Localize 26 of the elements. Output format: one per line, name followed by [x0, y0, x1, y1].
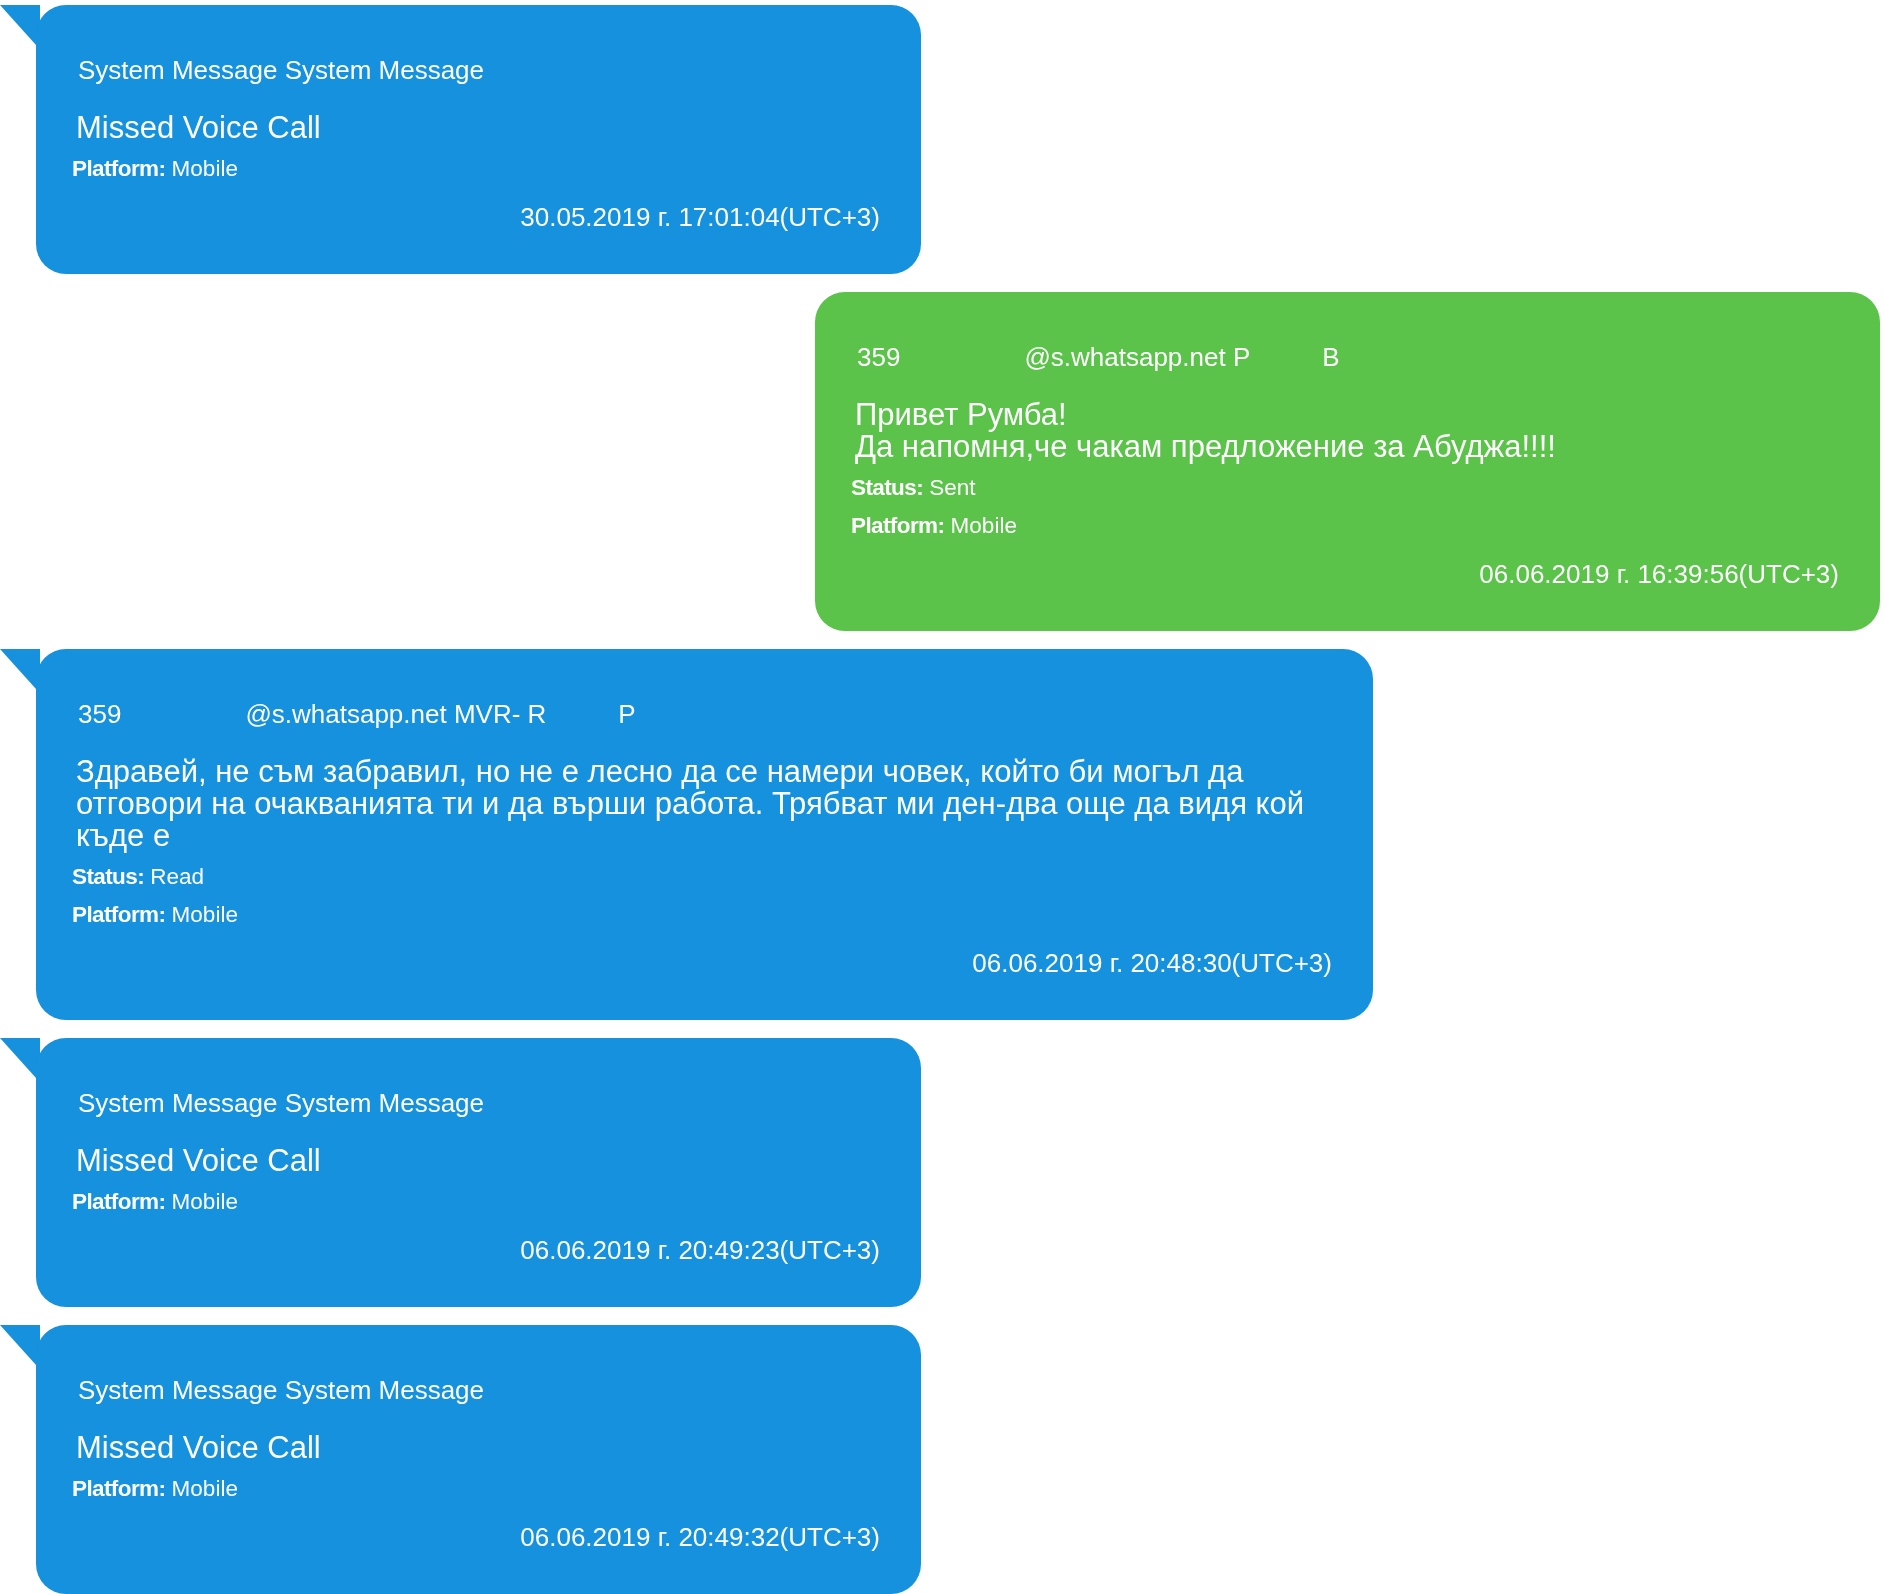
message-text: Missed Voice Call [76, 112, 322, 144]
detail-text: Platform: Mobile [72, 1188, 239, 1216]
sender-text: P [618, 699, 636, 729]
detail-text: Platform: Mobile [72, 155, 239, 183]
timestamp-text: 06.06.2019 г. 20:48:30(UTC+3) [971, 948, 1332, 978]
detail-text: Status: Read [72, 863, 206, 891]
sender-text: B [1322, 342, 1340, 372]
message-text: Здравей, не съм забравил, но не е лесно да се намери човек, който би могъл да отговори на очакванията ти и да върши работа. Трябват ми ден-два още да видя кой къде е [76, 756, 1306, 852]
detail-text: Platform: Mobile [72, 901, 239, 929]
message-text: Missed Voice Call [76, 1145, 322, 1177]
sender-text: 359 [857, 342, 901, 372]
detail-text: Status: Sent [851, 474, 977, 502]
sender-text: System Message System Message [78, 1088, 485, 1118]
detail-text: Platform: Mobile [851, 512, 1018, 540]
sender-text: @s.whatsapp.net P [1024, 342, 1251, 372]
timestamp-text: 06.06.2019 г. 16:39:56(UTC+3) [1478, 559, 1839, 589]
timestamp-text: 06.06.2019 г. 20:49:23(UTC+3) [519, 1235, 880, 1265]
sender-text: System Message System Message [78, 1375, 485, 1405]
sender-text: 359 [78, 699, 122, 729]
detail-text: Platform: Mobile [72, 1475, 239, 1503]
message-text: Missed Voice Call [76, 1432, 322, 1464]
timestamp-text: 06.06.2019 г. 20:49:32(UTC+3) [519, 1522, 880, 1552]
timestamp-text: 30.05.2019 г. 17:01:04(UTC+3) [519, 202, 880, 232]
sender-text: @s.whatsapp.net MVR- R [245, 699, 547, 729]
message-text: Привет Румба! Да напомня,че чакам предложение за Абуджа!!!! [855, 399, 1557, 463]
sender-text: System Message System Message [78, 55, 485, 85]
